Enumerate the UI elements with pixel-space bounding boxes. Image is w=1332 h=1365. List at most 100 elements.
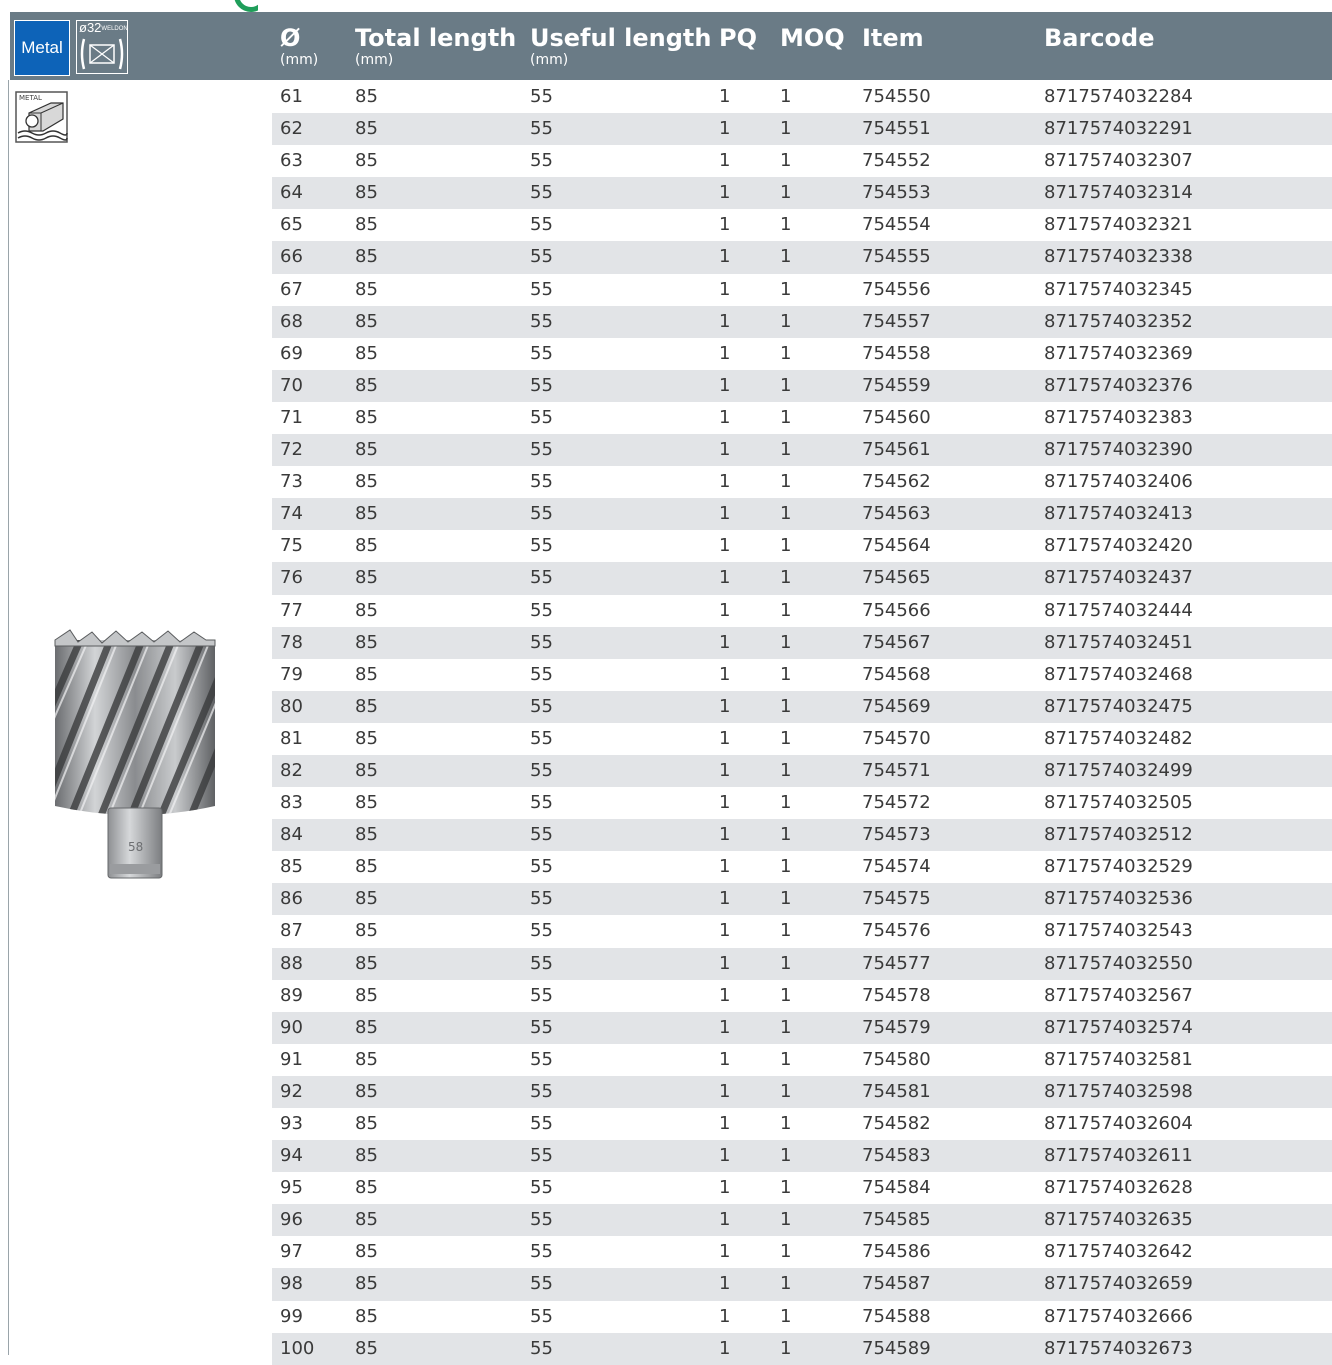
cell-useful-length: 55 xyxy=(530,1273,553,1295)
cell-item: 754586 xyxy=(862,1241,931,1263)
cell-item: 754555 xyxy=(862,246,931,268)
table-row: 68 85 55 1 1 754557 8717574032352 xyxy=(272,305,1332,338)
cell-useful-length: 55 xyxy=(530,471,553,493)
cell-diameter: 91 xyxy=(280,1048,303,1070)
core-drill-image: 58 xyxy=(54,629,216,879)
cell-useful-length: 55 xyxy=(530,1209,553,1231)
cell-barcode: 8717574032550 xyxy=(1044,952,1193,974)
cell-moq: 1 xyxy=(780,503,792,525)
cell-diameter: 76 xyxy=(280,567,303,589)
table-row: 91 85 55 1 1 754580 8717574032581 xyxy=(272,1044,1332,1076)
cell-moq: 1 xyxy=(780,599,792,621)
cell-useful-length: 55 xyxy=(530,824,553,846)
cell-pq: 1 xyxy=(719,1145,731,1167)
cell-useful-length: 55 xyxy=(530,920,553,942)
left-divider xyxy=(8,80,9,1355)
cell-useful-length: 55 xyxy=(530,856,553,878)
cell-item: 754588 xyxy=(862,1305,931,1327)
cell-pq: 1 xyxy=(719,1241,731,1263)
cell-moq: 1 xyxy=(780,86,792,107)
cell-useful-length: 55 xyxy=(530,439,553,461)
cell-item: 754565 xyxy=(862,567,931,589)
weldon-shank-badge: ø32WELDON xyxy=(76,20,128,74)
cell-diameter: 93 xyxy=(280,1113,303,1134)
cell-item: 754584 xyxy=(862,1177,931,1199)
cell-pq: 1 xyxy=(719,182,731,204)
cell-total-length: 85 xyxy=(355,310,378,332)
table-row: 75 85 55 1 1 754564 8717574032420 xyxy=(272,530,1332,562)
weldon-shank-icon xyxy=(80,38,124,70)
cell-total-length: 85 xyxy=(355,567,378,589)
cell-barcode: 8717574032420 xyxy=(1044,535,1193,557)
cell-diameter: 65 xyxy=(280,214,303,236)
cell-pq: 1 xyxy=(719,856,731,878)
cell-pq: 1 xyxy=(719,535,731,557)
cell-pq: 1 xyxy=(719,888,731,910)
cell-item: 754566 xyxy=(862,599,931,621)
cell-pq: 1 xyxy=(719,727,731,749)
cell-item: 754579 xyxy=(862,1016,931,1038)
column-header-pq: PQ xyxy=(719,24,757,52)
table-row: 95 85 55 1 1 754584 8717574032628 xyxy=(272,1172,1332,1204)
cell-diameter: 90 xyxy=(280,1016,303,1038)
cell-total-length: 85 xyxy=(355,952,378,974)
cell-useful-length: 55 xyxy=(530,342,553,364)
cell-item: 754564 xyxy=(862,535,931,557)
cell-total-length: 85 xyxy=(355,1337,378,1359)
table-row: 100 85 55 1 1 754589 8717574032673 xyxy=(272,1332,1332,1365)
cell-diameter: 67 xyxy=(280,278,303,300)
cell-moq: 1 xyxy=(780,1080,792,1102)
cell-pq: 1 xyxy=(719,599,731,621)
cell-barcode: 8717574032321 xyxy=(1044,214,1193,236)
cell-total-length: 85 xyxy=(355,599,378,621)
table-header: Metal ø32WELDON Ø (mm) Total length (mm) U… xyxy=(10,12,1332,80)
cell-item: 754587 xyxy=(862,1273,931,1295)
table-row: 98 85 55 1 1 754587 8717574032659 xyxy=(272,1268,1332,1301)
cell-barcode: 8717574032505 xyxy=(1044,792,1193,814)
cell-useful-length: 55 xyxy=(530,1048,553,1070)
cell-diameter: 98 xyxy=(280,1273,303,1295)
metal-icon-label: METAL xyxy=(19,94,42,102)
cell-diameter: 94 xyxy=(280,1145,303,1167)
cell-item: 754552 xyxy=(862,150,931,172)
cell-moq: 1 xyxy=(780,439,792,461)
table-row: 63 85 55 1 1 754552 8717574032307 xyxy=(272,145,1332,177)
cell-useful-length: 55 xyxy=(530,535,553,557)
table-row: 70 85 55 1 1 754559 8717574032376 xyxy=(272,369,1332,402)
metal-material-icon: METAL xyxy=(15,91,68,143)
cell-diameter: 99 xyxy=(280,1305,303,1327)
cell-barcode: 8717574032659 xyxy=(1044,1273,1193,1295)
cell-useful-length: 55 xyxy=(530,567,553,589)
cell-barcode: 8717574032314 xyxy=(1044,182,1193,204)
cell-total-length: 85 xyxy=(355,374,378,396)
cell-moq: 1 xyxy=(780,984,792,1006)
cell-useful-length: 55 xyxy=(530,792,553,814)
cell-useful-length: 55 xyxy=(530,86,553,107)
table-row: 72 85 55 1 1 754561 8717574032390 xyxy=(272,434,1332,467)
cell-moq: 1 xyxy=(780,920,792,942)
cell-barcode: 8717574032604 xyxy=(1044,1113,1193,1134)
table-row: 89 85 55 1 1 754578 8717574032567 xyxy=(272,980,1332,1012)
cell-barcode: 8717574032376 xyxy=(1044,374,1193,396)
table-row: 85 85 55 1 1 754574 8717574032529 xyxy=(272,851,1332,883)
cell-moq: 1 xyxy=(780,1113,792,1134)
cell-barcode: 8717574032673 xyxy=(1044,1337,1193,1359)
cell-total-length: 85 xyxy=(355,182,378,204)
cell-pq: 1 xyxy=(719,406,731,428)
cell-total-length: 85 xyxy=(355,920,378,942)
cell-total-length: 85 xyxy=(355,439,378,461)
cell-moq: 1 xyxy=(780,150,792,172)
cell-pq: 1 xyxy=(719,278,731,300)
cell-diameter: 75 xyxy=(280,535,303,557)
table-row: 61 85 55 1 1 754550 8717574032284 xyxy=(272,81,1332,113)
cell-moq: 1 xyxy=(780,1305,792,1327)
cell-item: 754570 xyxy=(862,727,931,749)
cell-barcode: 8717574032284 xyxy=(1044,86,1193,107)
cell-pq: 1 xyxy=(719,471,731,493)
cell-total-length: 85 xyxy=(355,1080,378,1102)
heading-fragment xyxy=(228,0,258,12)
cell-item: 754559 xyxy=(862,374,931,396)
cell-moq: 1 xyxy=(780,663,792,685)
cell-item: 754585 xyxy=(862,1209,931,1231)
cell-total-length: 85 xyxy=(355,118,378,140)
